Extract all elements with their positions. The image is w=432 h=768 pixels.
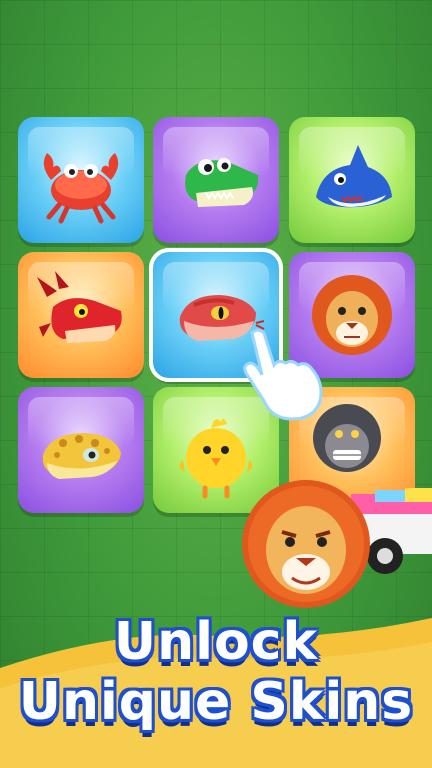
skin-tile-snake[interactable] [149,248,283,382]
crab-icon [43,153,119,224]
snake-icon [179,295,265,341]
title-line-2: Unique Skins [18,672,414,732]
lion-icon [312,275,392,355]
title-line-1: Unlock [113,612,319,672]
skin-tile-shark[interactable] [289,117,415,243]
dragon-icon [37,271,122,343]
skin-tile-lion[interactable] [289,252,415,378]
chick-icon [179,418,253,499]
skin-tile-crocodile[interactable] [153,117,279,243]
crocodile-icon [185,158,259,207]
shark-icon [316,145,392,208]
skin-tile-gorilla[interactable] [289,387,415,513]
skin-tile-dragon[interactable] [18,252,144,378]
game-screen: Unlock Unique Skins [0,0,432,768]
leopard-gecko-icon [42,433,121,479]
skin-tile-crab[interactable] [18,117,144,243]
skin-tile-chick[interactable] [153,387,279,513]
skin-tile-leopard-gecko[interactable] [18,387,144,513]
